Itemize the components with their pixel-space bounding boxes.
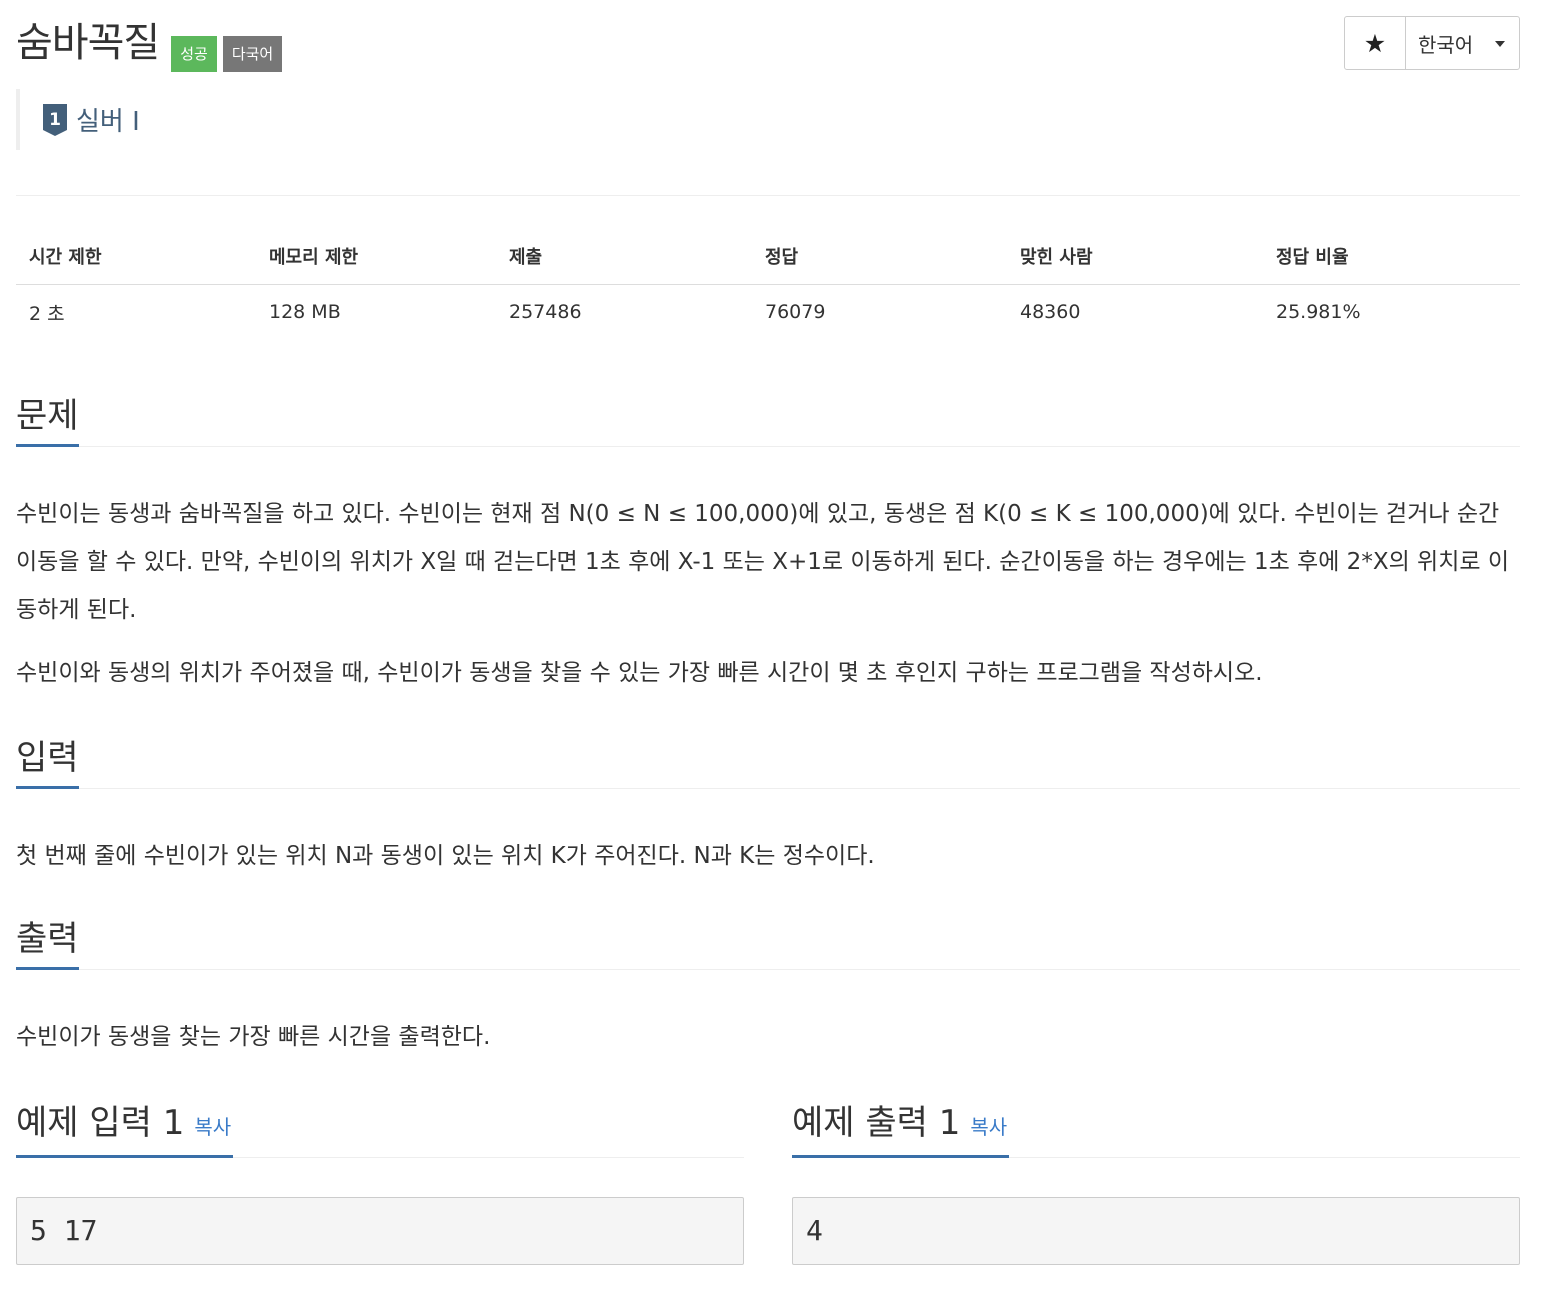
copy-input-link[interactable]: 복사 [194, 1105, 231, 1149]
sample-output-box[interactable]: 4 [792, 1197, 1520, 1265]
input-heading: 입력 [16, 736, 79, 789]
caret-down-icon [1495, 41, 1505, 47]
output-heading: 출력 [16, 917, 79, 970]
header-memory-limit: 메모리 제한 [256, 228, 496, 285]
tier-number: 1 [49, 110, 61, 130]
copy-output-link[interactable]: 복사 [970, 1105, 1007, 1149]
input-description: 첫 번째 줄에 수빈이가 있는 위치 N과 동생이 있는 위치 K가 주어진다.… [16, 843, 875, 869]
header-accepted: 정답 [752, 228, 1007, 285]
problem-title: 숨바꼭질 [16, 20, 160, 66]
sample-output-header: 예제 출력 1 복사 [792, 1101, 1520, 1158]
sample-output-heading: 예제 출력 1 [792, 1103, 961, 1143]
value-accepted: 76079 [765, 301, 826, 324]
sample-input-heading: 예제 입력 1 [16, 1103, 185, 1143]
problem-question: 수빈이와 동생의 위치가 주어졌을 때, 수빈이가 동생을 찾을 수 있는 가장… [16, 660, 1263, 686]
problem-info-table: 시간 제한 메모리 제한 제출 정답 맞힌 사람 정답 비율 2 초 128 M… [16, 228, 1520, 340]
tier-box: 1 실버 I [16, 89, 140, 150]
value-time-limit: 2 초 [29, 302, 65, 325]
sample-input-box[interactable]: 5 17 [16, 1197, 744, 1265]
output-description: 수빈이가 동생을 찾는 가장 빠른 시간을 출력한다. [16, 1024, 491, 1050]
status-badge-success: 성공 [171, 36, 217, 72]
header-accept-ratio: 정답 비율 [1263, 228, 1520, 285]
output-section-header: 출력 [16, 917, 1520, 970]
sample-input-title-wrap: 예제 입력 1 복사 [16, 1101, 234, 1158]
value-solvers: 48360 [1020, 301, 1081, 324]
header-submissions: 제출 [496, 228, 752, 285]
table-header-row: 시간 제한 메모리 제한 제출 정답 맞힌 사람 정답 비율 [16, 228, 1520, 285]
sample-output-title-wrap: 예제 출력 1 복사 [792, 1101, 1010, 1158]
problem-section-header: 문제 [16, 394, 1520, 447]
value-submissions: 257486 [509, 301, 582, 324]
value-accept-ratio: 25.981% [1276, 301, 1361, 324]
problem-heading: 문제 [16, 394, 79, 447]
header-solvers: 맞힌 사람 [1007, 228, 1263, 285]
table-row: 2 초 128 MB 257486 76079 48360 25.981% [16, 284, 1520, 340]
star-button[interactable]: ★ [1345, 17, 1406, 69]
toolbar: ★ 한국어 [1344, 16, 1520, 70]
language-label: 한국어 [1418, 32, 1474, 57]
language-dropdown[interactable]: 한국어 [1406, 17, 1519, 69]
tier-link[interactable]: 실버 I [76, 101, 140, 138]
input-section-header: 입력 [16, 736, 1520, 789]
problem-description: 수빈이는 동생과 숨바꼭질을 하고 있다. 수빈이는 현재 점 N(0 ≤ N … [16, 501, 1509, 623]
value-memory-limit: 128 MB [269, 301, 341, 324]
tier-badge-icon: 1 [43, 103, 67, 136]
divider [16, 195, 1520, 196]
header-time-limit: 시간 제한 [16, 228, 256, 285]
title-row: 숨바꼭질 성공 다국어 [16, 14, 283, 72]
status-badge-multilang: 다국어 [222, 36, 283, 72]
sample-input-header: 예제 입력 1 복사 [16, 1101, 744, 1158]
star-icon: ★ [1363, 28, 1387, 58]
